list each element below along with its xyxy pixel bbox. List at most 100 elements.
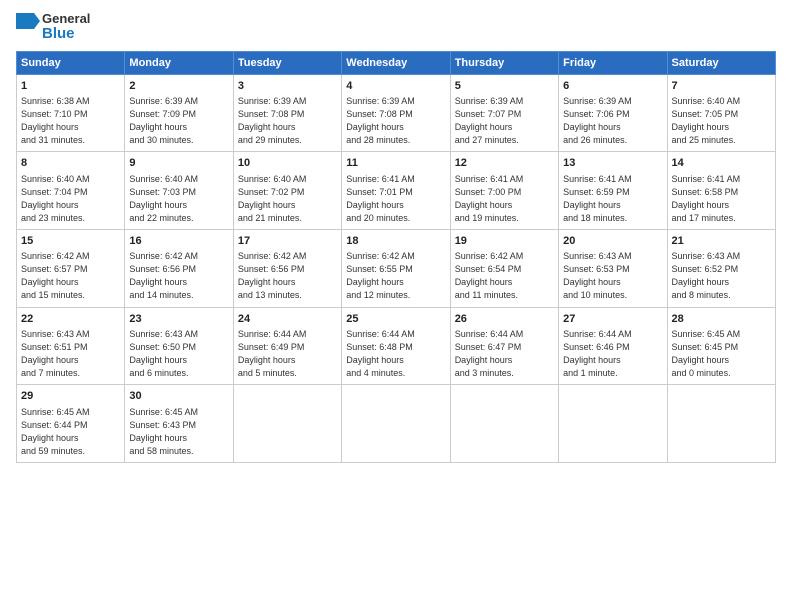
day-number: 17 (238, 234, 337, 249)
calendar-day-cell: 8Sunrise: 6:40 AMSunset: 7:04 PMDaylight… (17, 152, 125, 230)
calendar-day-cell: 21Sunrise: 6:43 AMSunset: 6:52 PMDayligh… (667, 229, 775, 307)
day-number: 4 (346, 79, 445, 94)
day-info: Sunrise: 6:39 AMSunset: 7:08 PMDaylight … (346, 95, 445, 147)
calendar-day-cell: 9Sunrise: 6:40 AMSunset: 7:03 PMDaylight… (125, 152, 233, 230)
day-number: 18 (346, 234, 445, 249)
calendar-week-row: 29 Sunrise: 6:45 AMSunset: 6:44 PMDayligh… (17, 385, 776, 463)
day-info: Sunrise: 6:44 AMSunset: 6:46 PMDaylight … (563, 328, 662, 380)
day-number: 27 (563, 312, 662, 327)
day-number: 5 (455, 79, 554, 94)
calendar-day-cell: 24Sunrise: 6:44 AMSunset: 6:49 PMDayligh… (233, 307, 341, 385)
day-info: Sunrise: 6:42 AMSunset: 6:56 PMDaylight … (129, 250, 228, 302)
weekday-header: Friday (559, 51, 667, 74)
calendar-day-cell: 29 Sunrise: 6:45 AMSunset: 6:44 PMDayligh… (17, 385, 125, 463)
day-info: Sunrise: 6:43 AMSunset: 6:53 PMDaylight … (563, 250, 662, 302)
day-info: Sunrise: 6:39 AMSunset: 7:07 PMDaylight … (455, 95, 554, 147)
calendar-day-cell: 23Sunrise: 6:43 AMSunset: 6:50 PMDayligh… (125, 307, 233, 385)
calendar-day-cell: 19Sunrise: 6:42 AMSunset: 6:54 PMDayligh… (450, 229, 558, 307)
calendar-day-cell: 20Sunrise: 6:43 AMSunset: 6:53 PMDayligh… (559, 229, 667, 307)
day-number: 11 (346, 156, 445, 171)
calendar-day-cell: 18Sunrise: 6:42 AMSunset: 6:55 PMDayligh… (342, 229, 450, 307)
calendar-day-cell: 17Sunrise: 6:42 AMSunset: 6:56 PMDayligh… (233, 229, 341, 307)
day-number: 8 (21, 156, 120, 171)
calendar-week-row: 22Sunrise: 6:43 AMSunset: 6:51 PMDayligh… (17, 307, 776, 385)
calendar-day-cell (667, 385, 775, 463)
day-info: Sunrise: 6:45 AMSunset: 6:43 PMDaylight … (129, 406, 228, 458)
day-info: Sunrise: 6:42 AMSunset: 6:54 PMDaylight … (455, 250, 554, 302)
calendar-day-cell: 11 Sunrise: 6:41 AMSunset: 7:01 PMDayligh… (342, 152, 450, 230)
page: GeneralBlue SundayMondayTuesdayWednesday… (0, 0, 792, 612)
weekday-header: Wednesday (342, 51, 450, 74)
calendar-day-cell: 10 Sunrise: 6:40 AMSunset: 7:02 PMDayligh… (233, 152, 341, 230)
calendar-day-cell: 2Sunrise: 6:39 AMSunset: 7:09 PMDaylight… (125, 74, 233, 152)
day-info: Sunrise: 6:43 AMSunset: 6:50 PMDaylight … (129, 328, 228, 380)
calendar-day-cell: 30 Sunrise: 6:45 AMSunset: 6:43 PMDayligh… (125, 385, 233, 463)
day-info: Sunrise: 6:43 AMSunset: 6:52 PMDaylight … (672, 250, 771, 302)
day-info: Sunrise: 6:40 AMSunset: 7:02 PMDaylight … (238, 173, 337, 225)
day-number: 24 (238, 312, 337, 327)
calendar-day-cell: 12 Sunrise: 6:41 AMSunset: 7:00 PMDayligh… (450, 152, 558, 230)
calendar-week-row: 15Sunrise: 6:42 AMSunset: 6:57 PMDayligh… (17, 229, 776, 307)
day-number: 3 (238, 79, 337, 94)
day-number: 25 (346, 312, 445, 327)
day-info: Sunrise: 6:39 AMSunset: 7:09 PMDaylight … (129, 95, 228, 147)
day-info: Sunrise: 6:45 AMSunset: 6:44 PMDaylight … (21, 406, 120, 458)
day-number: 22 (21, 312, 120, 327)
day-number: 23 (129, 312, 228, 327)
day-number: 12 (455, 156, 554, 171)
day-info: Sunrise: 6:39 AMSunset: 7:06 PMDaylight … (563, 95, 662, 147)
day-number: 14 (672, 156, 771, 171)
day-info: Sunrise: 6:42 AMSunset: 6:55 PMDaylight … (346, 250, 445, 302)
calendar-header-row: SundayMondayTuesdayWednesdayThursdayFrid… (17, 51, 776, 74)
day-number: 10 (238, 156, 337, 171)
calendar-day-cell (233, 385, 341, 463)
calendar-day-cell: 7Sunrise: 6:40 AMSunset: 7:05 PMDaylight… (667, 74, 775, 152)
calendar-day-cell: 16Sunrise: 6:42 AMSunset: 6:56 PMDayligh… (125, 229, 233, 307)
day-number: 7 (672, 79, 771, 94)
day-number: 28 (672, 312, 771, 327)
weekday-header: Sunday (17, 51, 125, 74)
day-info: Sunrise: 6:42 AMSunset: 6:57 PMDaylight … (21, 250, 120, 302)
day-number: 21 (672, 234, 771, 249)
day-number: 6 (563, 79, 662, 94)
day-info: Sunrise: 6:44 AMSunset: 6:47 PMDaylight … (455, 328, 554, 380)
logo-brand-text: GeneralBlue (42, 12, 90, 43)
day-info: Sunrise: 6:43 AMSunset: 6:51 PMDaylight … (21, 328, 120, 380)
day-info: Sunrise: 6:40 AMSunset: 7:03 PMDaylight … (129, 173, 228, 225)
day-info: Sunrise: 6:44 AMSunset: 6:49 PMDaylight … (238, 328, 337, 380)
calendar-day-cell (450, 385, 558, 463)
day-number: 16 (129, 234, 228, 249)
day-info: Sunrise: 6:45 AMSunset: 6:45 PMDaylight … (672, 328, 771, 380)
day-info: Sunrise: 6:39 AMSunset: 7:08 PMDaylight … (238, 95, 337, 147)
calendar-day-cell: 25Sunrise: 6:44 AMSunset: 6:48 PMDayligh… (342, 307, 450, 385)
day-info: Sunrise: 6:38 AMSunset: 7:10 PMDaylight … (21, 95, 120, 147)
day-number: 30 (129, 389, 228, 404)
weekday-header: Tuesday (233, 51, 341, 74)
day-number: 1 (21, 79, 120, 94)
day-info: Sunrise: 6:41 AMSunset: 7:01 PMDaylight … (346, 173, 445, 225)
calendar-day-cell: 28Sunrise: 6:45 AMSunset: 6:45 PMDayligh… (667, 307, 775, 385)
day-number: 29 (21, 389, 120, 404)
calendar-table: SundayMondayTuesdayWednesdayThursdayFrid… (16, 51, 776, 463)
day-info: Sunrise: 6:44 AMSunset: 6:48 PMDaylight … (346, 328, 445, 380)
day-info: Sunrise: 6:42 AMSunset: 6:56 PMDaylight … (238, 250, 337, 302)
calendar-day-cell: 27Sunrise: 6:44 AMSunset: 6:46 PMDayligh… (559, 307, 667, 385)
calendar-day-cell: 14Sunrise: 6:41 AMSunset: 6:58 PMDayligh… (667, 152, 775, 230)
calendar-day-cell: 4Sunrise: 6:39 AMSunset: 7:08 PMDaylight… (342, 74, 450, 152)
day-info: Sunrise: 6:41 AMSunset: 6:59 PMDaylight … (563, 173, 662, 225)
weekday-header: Monday (125, 51, 233, 74)
calendar-day-cell: 13 Sunrise: 6:41 AMSunset: 6:59 PMDayligh… (559, 152, 667, 230)
calendar-week-row: 8Sunrise: 6:40 AMSunset: 7:04 PMDaylight… (17, 152, 776, 230)
calendar-day-cell: 22Sunrise: 6:43 AMSunset: 6:51 PMDayligh… (17, 307, 125, 385)
header: GeneralBlue (16, 12, 776, 43)
day-number: 20 (563, 234, 662, 249)
logo-text: GeneralBlue (16, 12, 90, 43)
calendar-day-cell: 5Sunrise: 6:39 AMSunset: 7:07 PMDaylight… (450, 74, 558, 152)
weekday-header: Thursday (450, 51, 558, 74)
day-info: Sunrise: 6:41 AMSunset: 7:00 PMDaylight … (455, 173, 554, 225)
day-number: 19 (455, 234, 554, 249)
calendar-day-cell: 1Sunrise: 6:38 AMSunset: 7:10 PMDaylight… (17, 74, 125, 152)
weekday-header: Saturday (667, 51, 775, 74)
calendar-day-cell: 6Sunrise: 6:39 AMSunset: 7:06 PMDaylight… (559, 74, 667, 152)
day-number: 13 (563, 156, 662, 171)
